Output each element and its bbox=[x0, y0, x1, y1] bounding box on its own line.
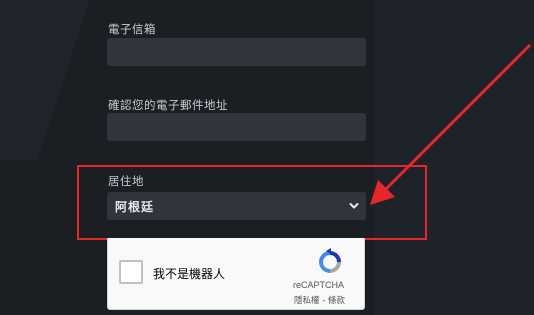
confirm-email-field[interactable] bbox=[107, 113, 366, 141]
highlight-box bbox=[77, 165, 427, 240]
recaptcha-widget: 我不是機器人 reCAPTCHA 隱私權 - 條款 bbox=[107, 238, 365, 310]
background-shape-right bbox=[374, 0, 534, 315]
email-field[interactable] bbox=[107, 38, 366, 66]
recaptcha-checkbox[interactable] bbox=[119, 260, 143, 284]
recaptcha-brand: reCAPTCHA bbox=[293, 280, 345, 290]
email-label: 電子信箱 bbox=[108, 22, 156, 36]
recaptcha-label: 我不是機器人 bbox=[153, 267, 226, 281]
confirm-email-label: 確認您的電子郵件地址 bbox=[108, 98, 228, 112]
recaptcha-logo-icon bbox=[319, 248, 341, 273]
recaptcha-links[interactable]: 隱私權 - 條款 bbox=[294, 294, 345, 306]
background-shape-left bbox=[0, 0, 103, 160]
